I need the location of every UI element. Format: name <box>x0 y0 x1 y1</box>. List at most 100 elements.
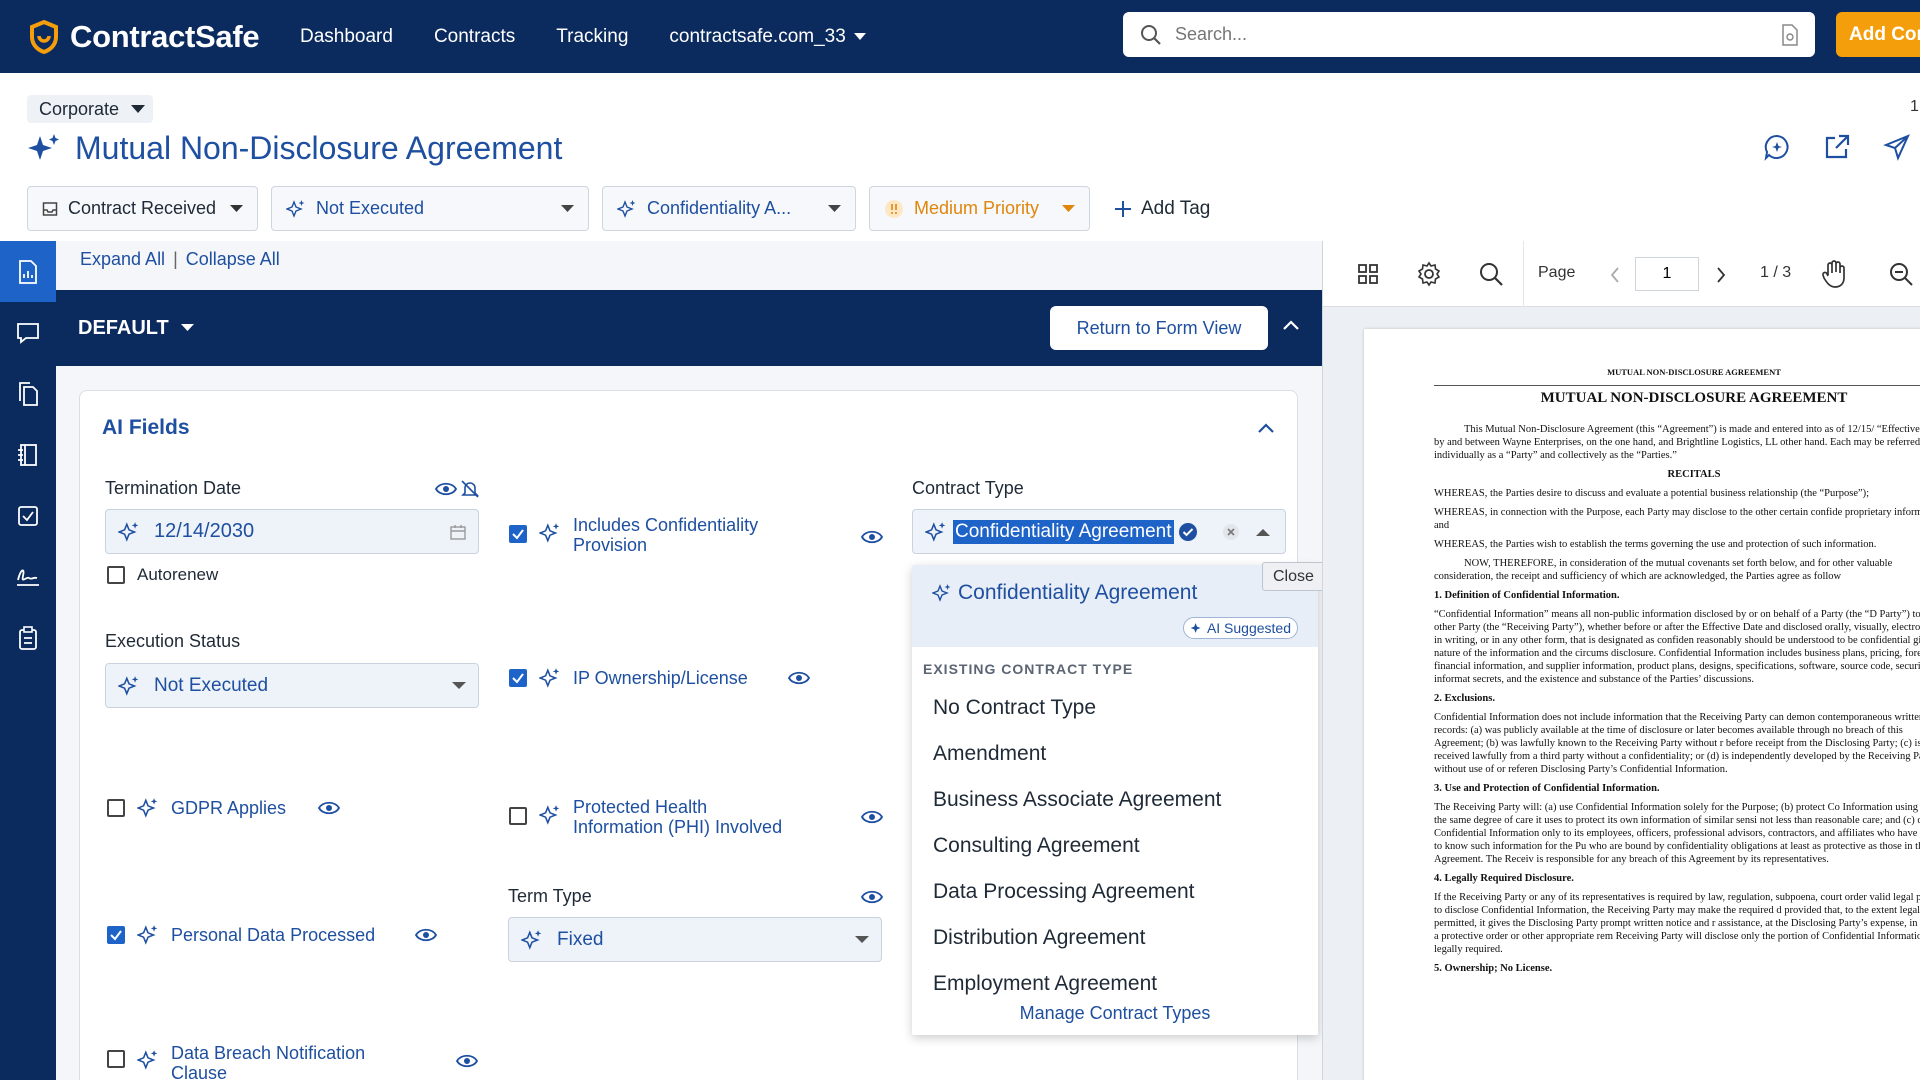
chevron-left-icon[interactable] <box>1610 267 1620 283</box>
caret-down-icon <box>180 324 194 331</box>
contract-type-dropdown: Confidentiality Agreement AI Suggested E… <box>912 565 1318 1035</box>
open-external-icon[interactable] <box>1823 133 1851 161</box>
term-type-select[interactable]: Fixed <box>508 917 882 962</box>
doc-paragraph: WHEREAS, in connection with the Purpose,… <box>1434 507 1920 531</box>
brand-logo[interactable]: ContractSafe <box>26 19 300 55</box>
collapse-all-link[interactable]: Collapse All <box>186 249 280 269</box>
eye-icon[interactable] <box>456 1053 478 1069</box>
chevron-right-icon[interactable] <box>1716 267 1726 283</box>
sidebar-item-tasks[interactable] <box>0 485 56 546</box>
account-switcher[interactable]: contractsafe.com_33 <box>669 26 866 48</box>
doc-paragraph: WHEREAS, the Parties wish to establish t… <box>1434 539 1877 550</box>
termination-date-label: Termination Date <box>105 478 242 498</box>
doc-paragraph: NOW, THEREFORE, in consideration of the … <box>1434 558 1893 582</box>
eye-icon[interactable] <box>787 670 810 686</box>
ai-chat-icon[interactable] <box>1763 133 1791 161</box>
eye-icon[interactable] <box>861 529 883 545</box>
contract-status-tag[interactable]: Contract Received <box>27 186 258 231</box>
ai-sparkle-icon <box>118 675 139 696</box>
dropdown-option[interactable]: Data Processing Agreement <box>912 869 1318 915</box>
nav-dashboard[interactable]: Dashboard <box>300 26 393 48</box>
termination-date-input[interactable]: 12/14/2030 <box>105 509 479 554</box>
ai-sparkle-icon <box>118 521 139 542</box>
hand-pan-icon[interactable] <box>1820 259 1848 289</box>
ip-ownership-checkbox[interactable] <box>509 669 527 687</box>
term-type-value: Fixed <box>557 928 604 950</box>
eye-icon[interactable] <box>861 809 883 825</box>
confidentiality-checkbox[interactable] <box>509 525 527 543</box>
contract-type-select[interactable]: Confidentiality Agreement <box>912 509 1286 554</box>
autorenew-checkbox[interactable] <box>107 566 125 584</box>
ai-sparkle-icon <box>1190 623 1201 633</box>
ip-ownership-field: IP Ownership/License <box>509 667 810 689</box>
eye-icon[interactable] <box>318 800 341 816</box>
chevron-up-icon[interactable] <box>1283 320 1299 330</box>
search-icon[interactable] <box>1478 261 1504 287</box>
add-tag-button[interactable]: Add Tag <box>1115 198 1210 220</box>
nav-contracts[interactable]: Contracts <box>434 26 515 48</box>
doc-heading: 5. Ownership; No License. <box>1434 963 1553 974</box>
sidebar-item-comments[interactable] <box>0 302 56 363</box>
eye-icon[interactable] <box>435 481 457 497</box>
sidebar-item-details[interactable] <box>0 241 56 302</box>
calendar-icon[interactable] <box>450 524 466 540</box>
check-icon <box>512 529 524 540</box>
bell-off-icon[interactable] <box>460 479 480 499</box>
gdpr-checkbox[interactable] <box>107 799 125 817</box>
contract-type-label: Contract Type <box>912 478 1024 498</box>
ai-sparkle-icon <box>617 199 636 218</box>
personal-data-checkbox[interactable] <box>107 926 125 944</box>
priority-tag[interactable]: Medium Priority <box>869 186 1090 231</box>
clear-icon[interactable] <box>1222 523 1240 541</box>
contract-type-label: Confidentiality A... <box>647 198 792 218</box>
return-to-form-view-button[interactable]: Return to Form View <box>1050 306 1268 350</box>
term-type-label: Term Type <box>508 886 592 906</box>
ai-suggested-option[interactable]: Confidentiality Agreement AI Suggested <box>912 565 1318 647</box>
manage-contract-types-link[interactable]: Manage Contract Types <box>912 999 1318 1035</box>
eye-icon[interactable] <box>861 889 883 905</box>
add-contract-button[interactable]: Add Con <box>1836 12 1920 57</box>
dropdown-option[interactable]: No Contract Type <box>912 685 1318 731</box>
caret-down-icon <box>853 32 866 40</box>
sidebar-item-documents[interactable] <box>0 363 56 424</box>
document-search-icon[interactable] <box>1781 23 1799 46</box>
zoom-out-icon[interactable] <box>1888 261 1914 287</box>
contract-type-tag[interactable]: Confidentiality A... <box>602 186 856 231</box>
sidebar-item-signatures[interactable] <box>0 546 56 607</box>
doc-heading: 3. Use and Protection of Confidential In… <box>1434 783 1660 794</box>
search-input[interactable] <box>1175 24 1781 45</box>
ai-sparkle-icon <box>286 199 305 218</box>
eye-icon[interactable] <box>415 927 438 943</box>
chevron-up-icon[interactable] <box>1258 423 1274 433</box>
personal-data-label: Personal Data Processed <box>171 925 376 945</box>
section-dropdown[interactable]: DEFAULT <box>78 317 194 340</box>
document-chart-icon <box>19 259 37 284</box>
dropdown-option[interactable]: Business Associate Agreement <box>912 777 1318 823</box>
gear-icon[interactable] <box>1416 261 1442 287</box>
page-indicator: 1 <box>1910 98 1919 115</box>
workspace-name: Corporate <box>39 98 120 119</box>
dropdown-option[interactable]: Distribution Agreement <box>912 915 1318 961</box>
caret-up-icon[interactable] <box>1255 528 1270 536</box>
execution-status-select[interactable]: Not Executed <box>105 663 479 708</box>
left-sidebar <box>0 241 56 1080</box>
termination-date-value: 12/14/2030 <box>154 520 255 542</box>
page-number-input[interactable] <box>1635 257 1699 291</box>
execution-status-tag[interactable]: Not Executed <box>271 186 589 231</box>
document-viewer: Page 1 / 3 MUTUAL NON-DISCLOSURE AGREEME… <box>1322 241 1920 1080</box>
workspace-selector[interactable]: Corporate <box>27 95 154 123</box>
grid-view-icon[interactable] <box>1357 263 1379 285</box>
nav-tracking[interactable]: Tracking <box>556 26 628 48</box>
doc-heading: 2. Exclusions. <box>1434 693 1495 704</box>
phi-checkbox[interactable] <box>509 807 527 825</box>
data-breach-checkbox[interactable] <box>107 1050 125 1068</box>
contractsafe-logo-icon <box>30 19 58 54</box>
expand-all-link[interactable]: Expand All <box>80 249 165 269</box>
dropdown-option[interactable]: Consulting Agreement <box>912 823 1318 869</box>
sidebar-item-notebook[interactable] <box>0 424 56 485</box>
send-icon[interactable] <box>1883 133 1911 161</box>
sidebar-item-clipboard[interactable] <box>0 607 56 668</box>
data-breach-label-2: Clause <box>171 1063 228 1080</box>
checkbox-task-icon <box>18 505 38 526</box>
dropdown-option[interactable]: Amendment <box>912 731 1318 777</box>
